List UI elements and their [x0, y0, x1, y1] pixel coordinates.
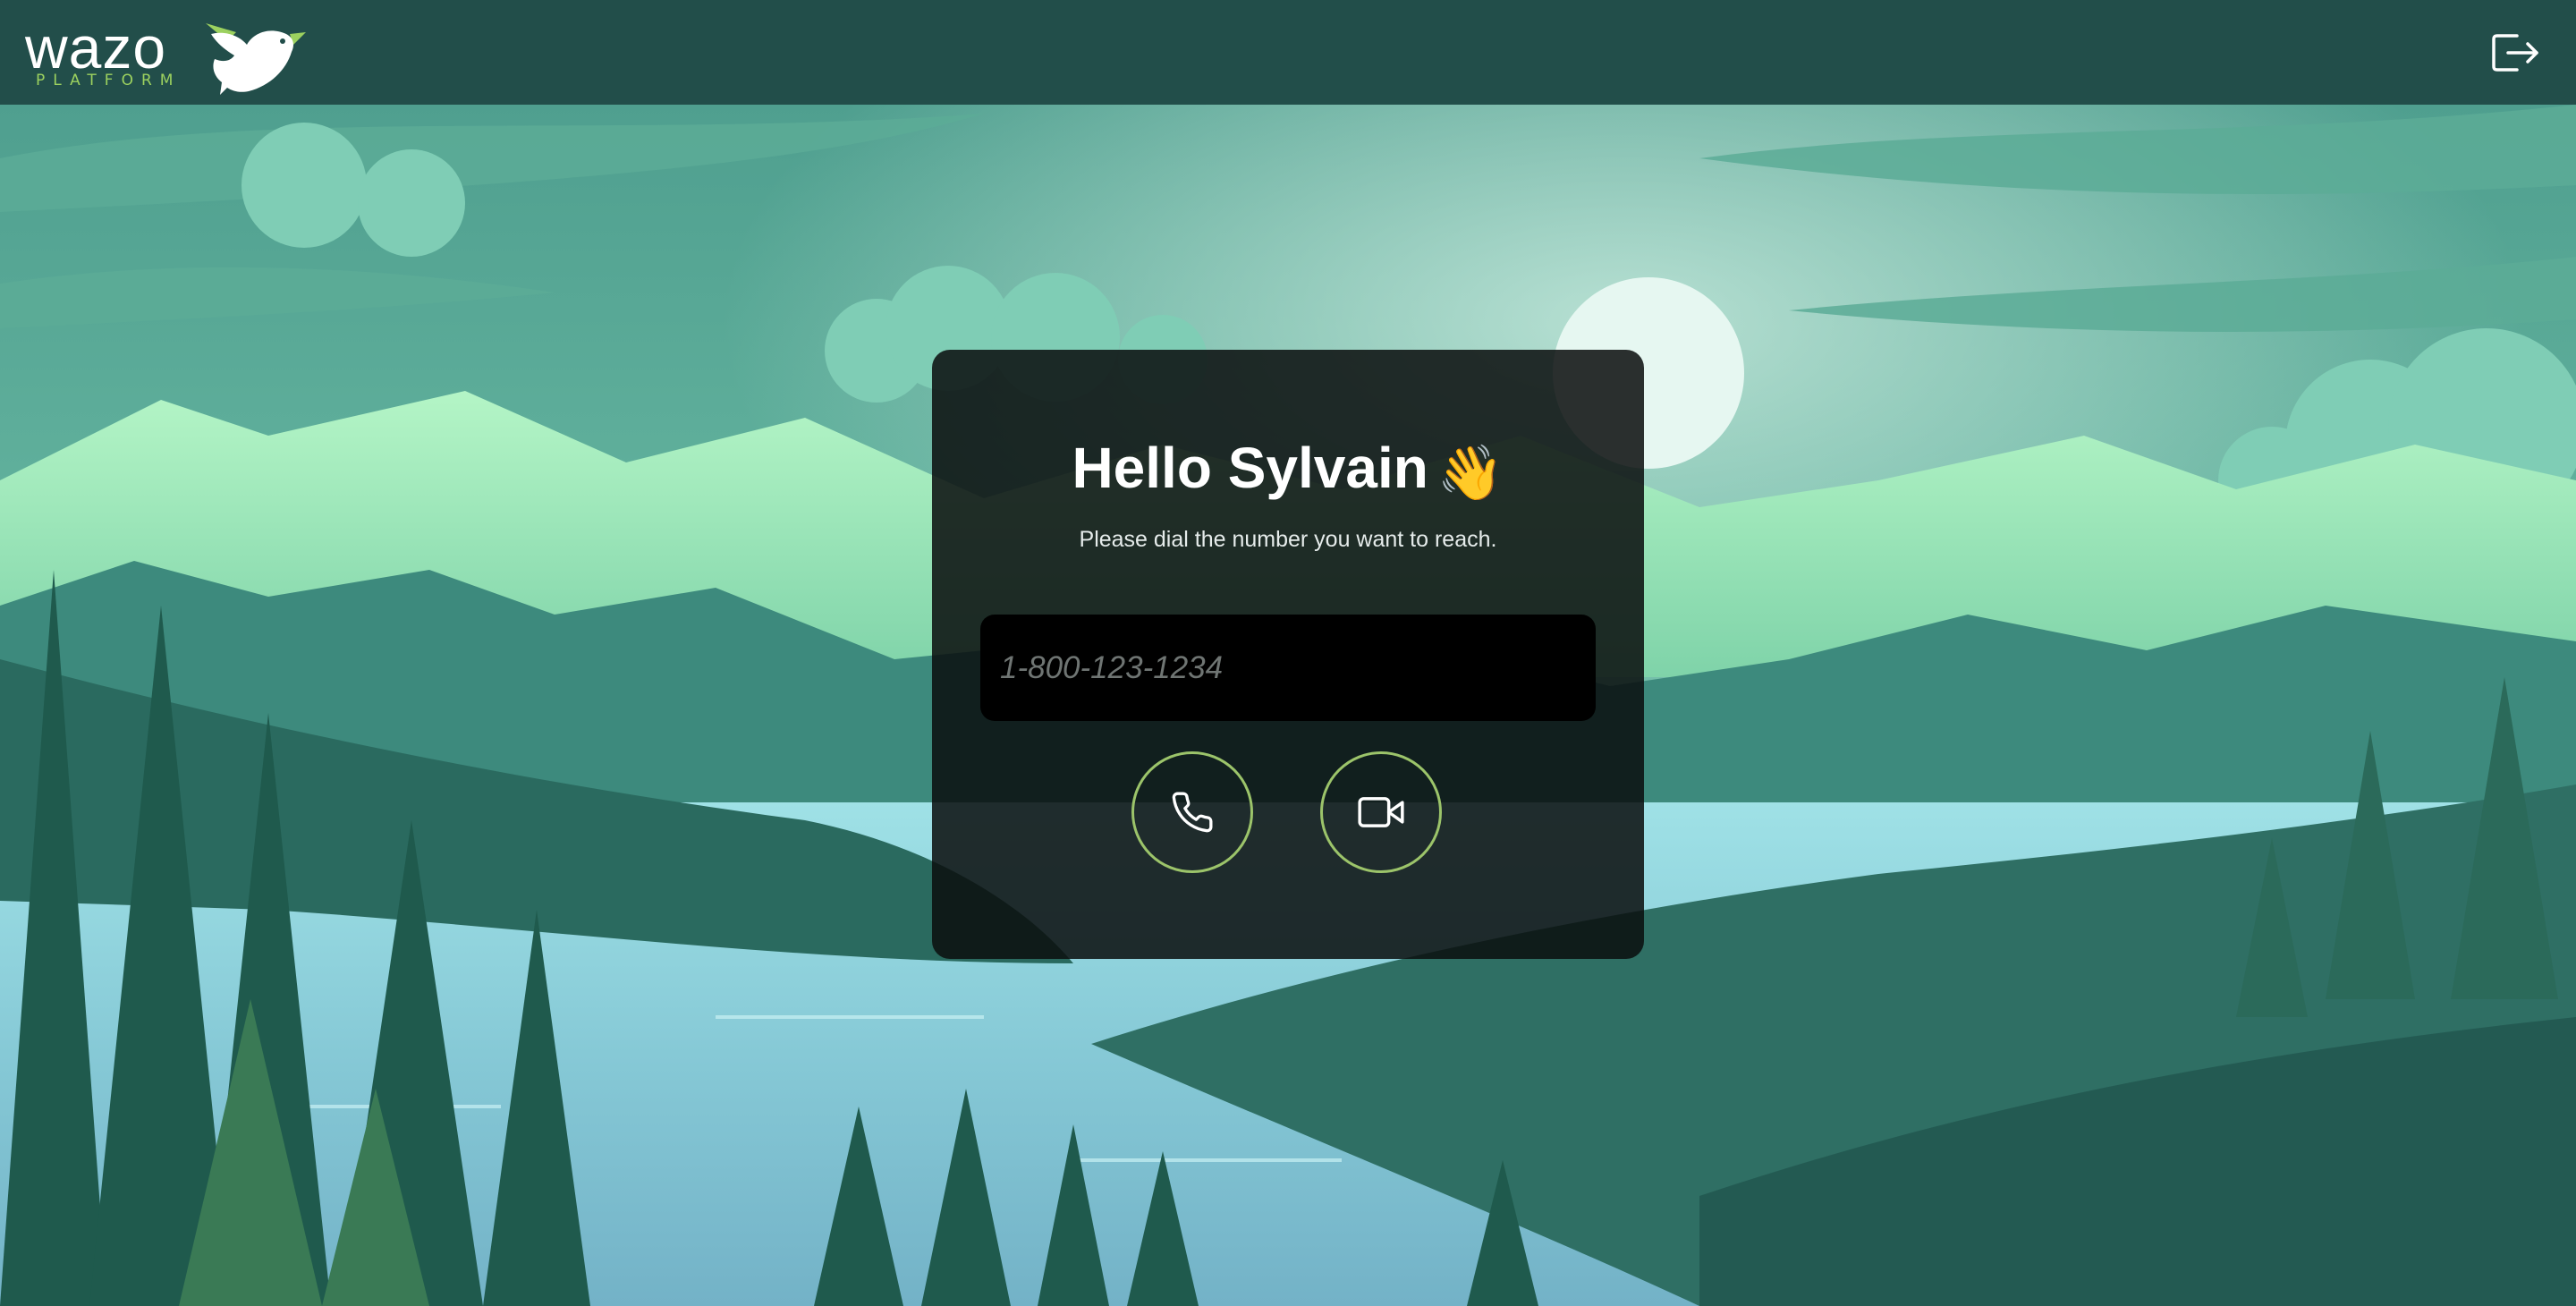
- video-camera-icon: [1358, 797, 1404, 827]
- bird-logo-icon: [206, 23, 306, 95]
- app: wazo PLATFORM Hello Sylvain 👋 Please dia…: [0, 0, 2576, 1306]
- logout-button[interactable]: [2490, 30, 2540, 75]
- greeting-heading: Hello Sylvain 👋: [932, 432, 1644, 509]
- logo-text: wazo: [25, 14, 167, 81]
- logout-icon: [2492, 34, 2538, 72]
- dialer-card: Hello Sylvain 👋 Please dial the number yo…: [932, 350, 1644, 959]
- logo-subtext: PLATFORM: [36, 72, 182, 89]
- waving-hand-icon: 👋: [1436, 442, 1504, 505]
- top-header: wazo PLATFORM: [0, 0, 2576, 105]
- phone-icon: [1172, 792, 1213, 833]
- greeting-text: Hello Sylvain: [1072, 436, 1428, 500]
- wazo-logo: wazo PLATFORM: [25, 14, 306, 95]
- phone-number-input[interactable]: [980, 615, 1596, 721]
- video-call-button[interactable]: [1320, 751, 1442, 873]
- audio-call-button[interactable]: [1131, 751, 1253, 873]
- dialer-subtitle: Please dial the number you want to reach…: [1079, 527, 1497, 552]
